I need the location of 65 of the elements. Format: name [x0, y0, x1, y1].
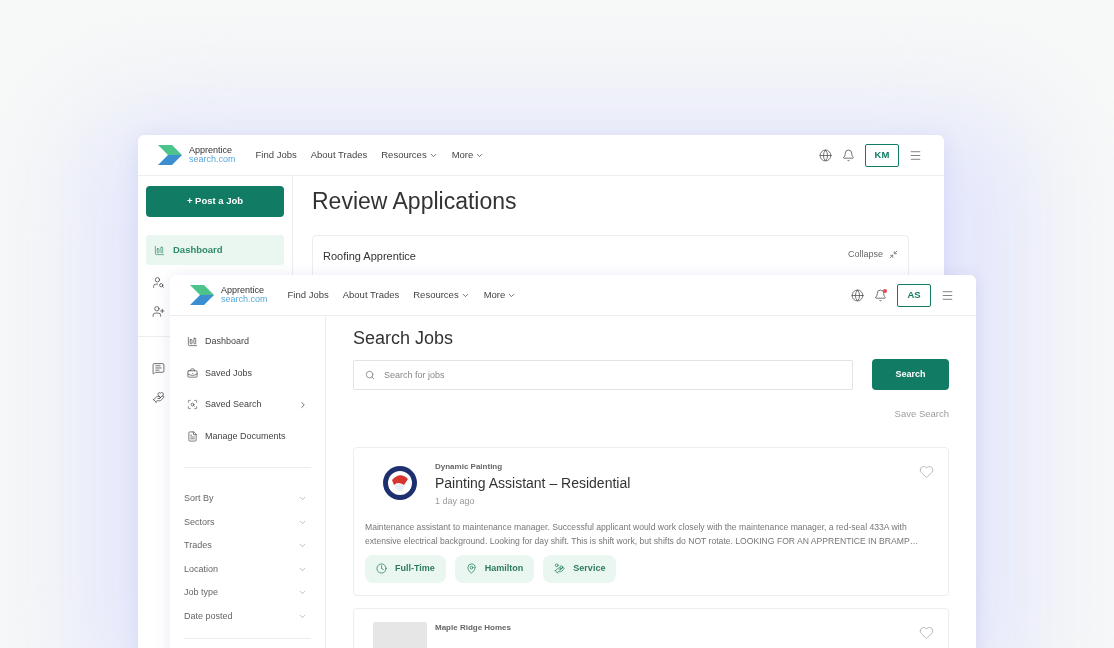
page-title: Search Jobs [353, 327, 455, 349]
page-title: Review Applications [312, 187, 518, 216]
posted-time: 1 day ago [435, 495, 476, 509]
nav-link[interactable]: Resources [381, 147, 438, 163]
briefcase-icon [187, 367, 198, 379]
message-icon[interactable] [152, 362, 165, 375]
sidebar-item[interactable]: Dashboard [184, 326, 311, 358]
nav-link[interactable]: About Trades [310, 147, 368, 163]
avatar-button[interactable]: AS [897, 283, 931, 307]
globe-icon[interactable] [851, 288, 864, 302]
nav-link[interactable]: Resources [413, 287, 470, 303]
job-tag: Hamilton [454, 554, 535, 583]
document-icon [187, 430, 198, 442]
nav-link[interactable]: More [483, 287, 517, 303]
card-title: Roofing Apprentice [323, 249, 416, 264]
globe-icon[interactable] [819, 148, 832, 162]
nav-link[interactable]: Find Jobs [287, 287, 329, 303]
search-button[interactable]: Search [872, 359, 949, 390]
search-icon [187, 399, 198, 411]
bar-chart-icon [154, 244, 165, 256]
location-pin-icon [465, 563, 477, 575]
menu-icon[interactable] [941, 288, 954, 302]
job-title[interactable]: Painting Assistant – Residential [435, 473, 631, 494]
clock-icon [376, 563, 387, 575]
brand-domain: search.com [221, 295, 268, 304]
sidebar-item[interactable]: Manage Documents [184, 420, 311, 452]
hand-heart-icon[interactable] [152, 391, 165, 404]
bell-icon[interactable] [874, 288, 887, 302]
bell-icon[interactable] [842, 148, 855, 162]
job-description: Maintenance assistant to maintenance manager. Successful applicant would work closely with the maintenance manager, a red-seal 433A with extensive electrical background. Looking for day shift. This is shift work, but shifts do NOT rotate. LOOKING FOR AN APPRENTICE IN BRAMP… [365, 520, 920, 548]
sidebar-item[interactable]: Dashboard [146, 235, 284, 265]
nav-link[interactable]: More [451, 147, 485, 163]
bar-chart-icon [187, 336, 198, 348]
post-job-button[interactable]: + Post a Job [146, 186, 284, 217]
company-logo [382, 465, 418, 502]
filter-dropdown[interactable]: Date posted [184, 604, 311, 628]
chevron-right-icon [298, 399, 308, 410]
filter-dropdown[interactable]: Sectors [184, 510, 311, 534]
job-tag: Full-Time [365, 554, 446, 583]
company-name: Maple Ridge Homes [435, 621, 511, 634]
logo-placeholder [373, 621, 427, 648]
brand-domain: search.com [189, 155, 236, 164]
hand-icon [554, 563, 566, 575]
search-icon [365, 369, 375, 380]
filter-dropdown[interactable]: Sort By [184, 487, 311, 511]
nav-link[interactable]: About Trades [342, 287, 400, 303]
sidebar-item[interactable]: Saved Search [184, 389, 311, 421]
job-card[interactable]: Maple Ridge Homes [353, 607, 949, 648]
nav-link[interactable]: Find Jobs [255, 147, 297, 163]
brand-name: Apprentice [189, 146, 233, 155]
avatar-button[interactable]: KM [865, 143, 899, 167]
brand-name: Apprentice [221, 286, 265, 295]
search-field[interactable]: Search for jobs [353, 359, 853, 390]
job-card[interactable] [353, 447, 949, 596]
company-name: Dynamic Painting [435, 461, 504, 474]
menu-icon[interactable] [909, 148, 922, 162]
user-search-icon[interactable] [152, 276, 165, 289]
filter-dropdown[interactable]: Trades [184, 534, 311, 558]
sidebar-item[interactable]: Saved Jobs [184, 357, 311, 389]
filter-dropdown[interactable]: Location [184, 557, 311, 581]
user-plus-icon[interactable] [152, 305, 165, 318]
job-tag: Service [543, 554, 617, 583]
collapse-arrows-icon [889, 250, 898, 260]
collapse-button[interactable]: Collapse [847, 248, 898, 262]
filter-dropdown[interactable]: Job type [184, 581, 311, 605]
